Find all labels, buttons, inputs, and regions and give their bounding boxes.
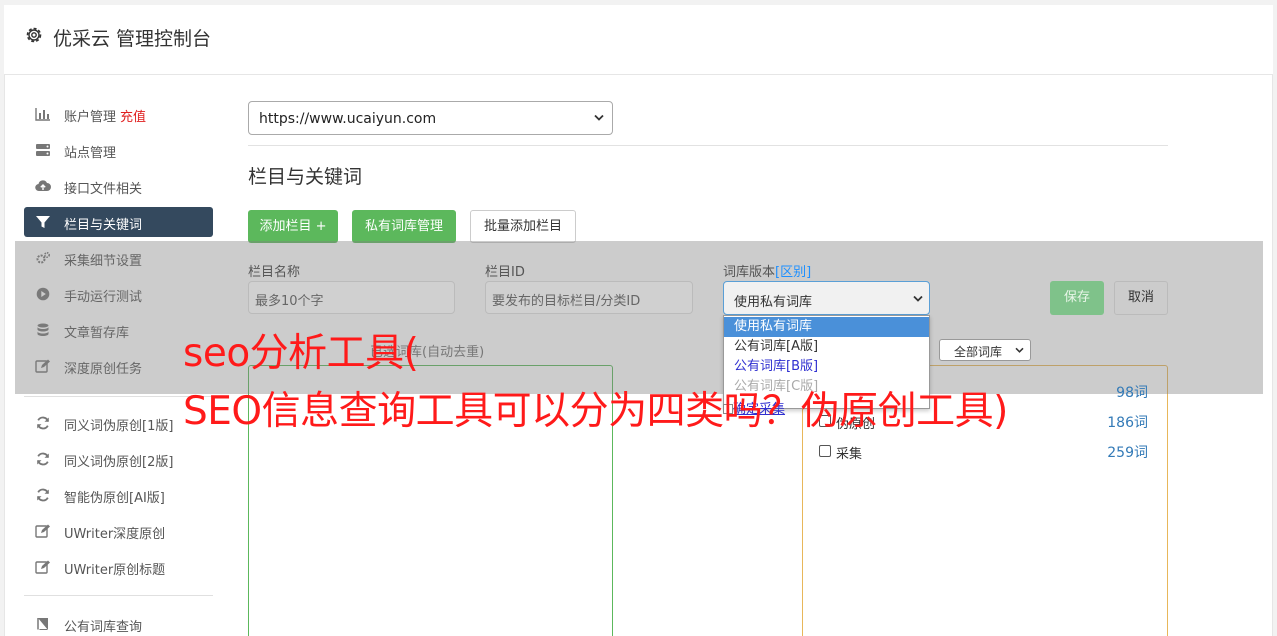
section-title: 栏目与关键词 <box>248 166 363 188</box>
save-button[interactable]: 保存 <box>1050 281 1104 315</box>
all-lib-select[interactable]: 全部词库 <box>939 339 1031 361</box>
overlay-title-line1: seo分析工具( <box>183 331 419 376</box>
lib-count: 259词 <box>1107 445 1148 461</box>
sidebar-item-label: UWriter深度原创 <box>64 527 166 542</box>
private-lib-button[interactable]: 私有词库管理 <box>352 210 456 243</box>
lib-version-select[interactable]: 使用私有词库 <box>723 281 930 315</box>
sidebar-item-columns[interactable]: 栏目与关键词 <box>24 207 213 237</box>
column-name-label: 栏目名称 <box>248 265 301 280</box>
sidebar-item-label: UWriter原创标题 <box>64 563 166 578</box>
lib-version-label: 词库版本[区别] <box>723 261 811 280</box>
lib-count: 186词 <box>1107 415 1148 431</box>
column-id-input[interactable]: 要发布的目标栏目/分类ID <box>485 281 693 314</box>
sidebar-item-interface[interactable]: 接口文件相关 <box>24 171 213 201</box>
chevron-down-icon <box>1015 347 1024 353</box>
refresh-icon <box>37 452 49 466</box>
book-icon <box>37 618 48 630</box>
sidebar-item-label: 站点管理 <box>64 146 117 161</box>
sidebar-item-synonym-v2[interactable]: 同义词伪原创[2版] <box>24 444 213 474</box>
lib-version-value: 使用私有词库 <box>734 295 813 310</box>
console-title: 优采云 管理控制台 <box>53 28 212 50</box>
filter-icon <box>36 216 50 228</box>
batch-add-button[interactable]: 批量添加栏目 <box>470 210 576 243</box>
lib-version-text: 词库版本 <box>723 265 776 280</box>
sidebar-item-uwriter-deep[interactable]: UWriter深度原创 <box>24 516 213 546</box>
column-id-label: 栏目ID <box>485 265 525 280</box>
sidebar-item-public-lib[interactable]: 公有词库查询 <box>24 609 213 636</box>
column-name-placeholder: 最多10个字 <box>255 294 324 309</box>
site-select[interactable]: https://www.ucaiyun.com <box>248 101 613 135</box>
sidebar-item-ai-original[interactable]: 智能伪原创[AI版] <box>24 480 213 510</box>
sidebar-divider <box>24 595 213 596</box>
lib-name: 采集 <box>836 447 863 462</box>
cloud-upload-icon <box>35 180 51 192</box>
chevron-down-icon <box>594 114 604 121</box>
sidebar-item-label: 栏目与关键词 <box>64 218 143 233</box>
overlay-title-line2: SEO信息查询工具可以分为四类吗？伪原创工具) <box>183 389 1008 434</box>
edit-icon <box>35 560 50 574</box>
sidebar-item-label: 公有词库查询 <box>64 620 143 635</box>
dropdown-option[interactable]: 公有词库[B版] <box>724 357 929 377</box>
sidebar-item-account[interactable]: 账户管理 充值 <box>24 99 213 129</box>
edit-icon <box>35 524 50 538</box>
sidebar-item-uwriter-title[interactable]: UWriter原创标题 <box>24 552 213 582</box>
dropdown-option[interactable]: 公有词库[A版] <box>724 337 929 357</box>
gear-icon <box>26 27 42 43</box>
all-lib-value: 全部词库 <box>954 345 1003 359</box>
top-header: 优采云 管理控制台 <box>4 5 1273 75</box>
cancel-button[interactable]: 取消 <box>1114 281 1168 315</box>
dropdown-option[interactable]: 使用私有词库 <box>724 317 929 337</box>
refresh-icon <box>37 416 49 430</box>
sidebar-item-label: 接口文件相关 <box>64 182 143 197</box>
server-icon <box>36 144 50 156</box>
lib-checkbox[interactable] <box>819 445 831 457</box>
diff-link[interactable]: [区别] <box>775 265 811 280</box>
site-select-value: https://www.ucaiyun.com <box>259 111 437 127</box>
sidebar-item-label: 同义词伪原创[2版] <box>64 455 174 470</box>
sidebar-item-sites[interactable]: 站点管理 <box>24 135 213 165</box>
sidebar-item-label: 账户管理 <box>64 110 117 125</box>
column-name-input[interactable]: 最多10个字 <box>248 281 455 314</box>
bar-chart-icon <box>35 108 50 121</box>
lib-count: 98词 <box>1116 385 1148 401</box>
add-column-button[interactable]: 添加栏目 + <box>248 210 338 243</box>
column-id-placeholder: 要发布的目标栏目/分类ID <box>492 294 641 309</box>
sidebar-item-label: 同义词伪原创[1版] <box>64 419 174 434</box>
refresh-icon <box>37 488 49 502</box>
recharge-link[interactable]: 充值 <box>120 110 146 125</box>
sidebar-item-label: 智能伪原创[AI版] <box>64 491 165 506</box>
lib-row[interactable]: 采集 259词 <box>818 442 1150 462</box>
chevron-down-icon <box>913 295 923 302</box>
divider <box>248 145 1168 146</box>
